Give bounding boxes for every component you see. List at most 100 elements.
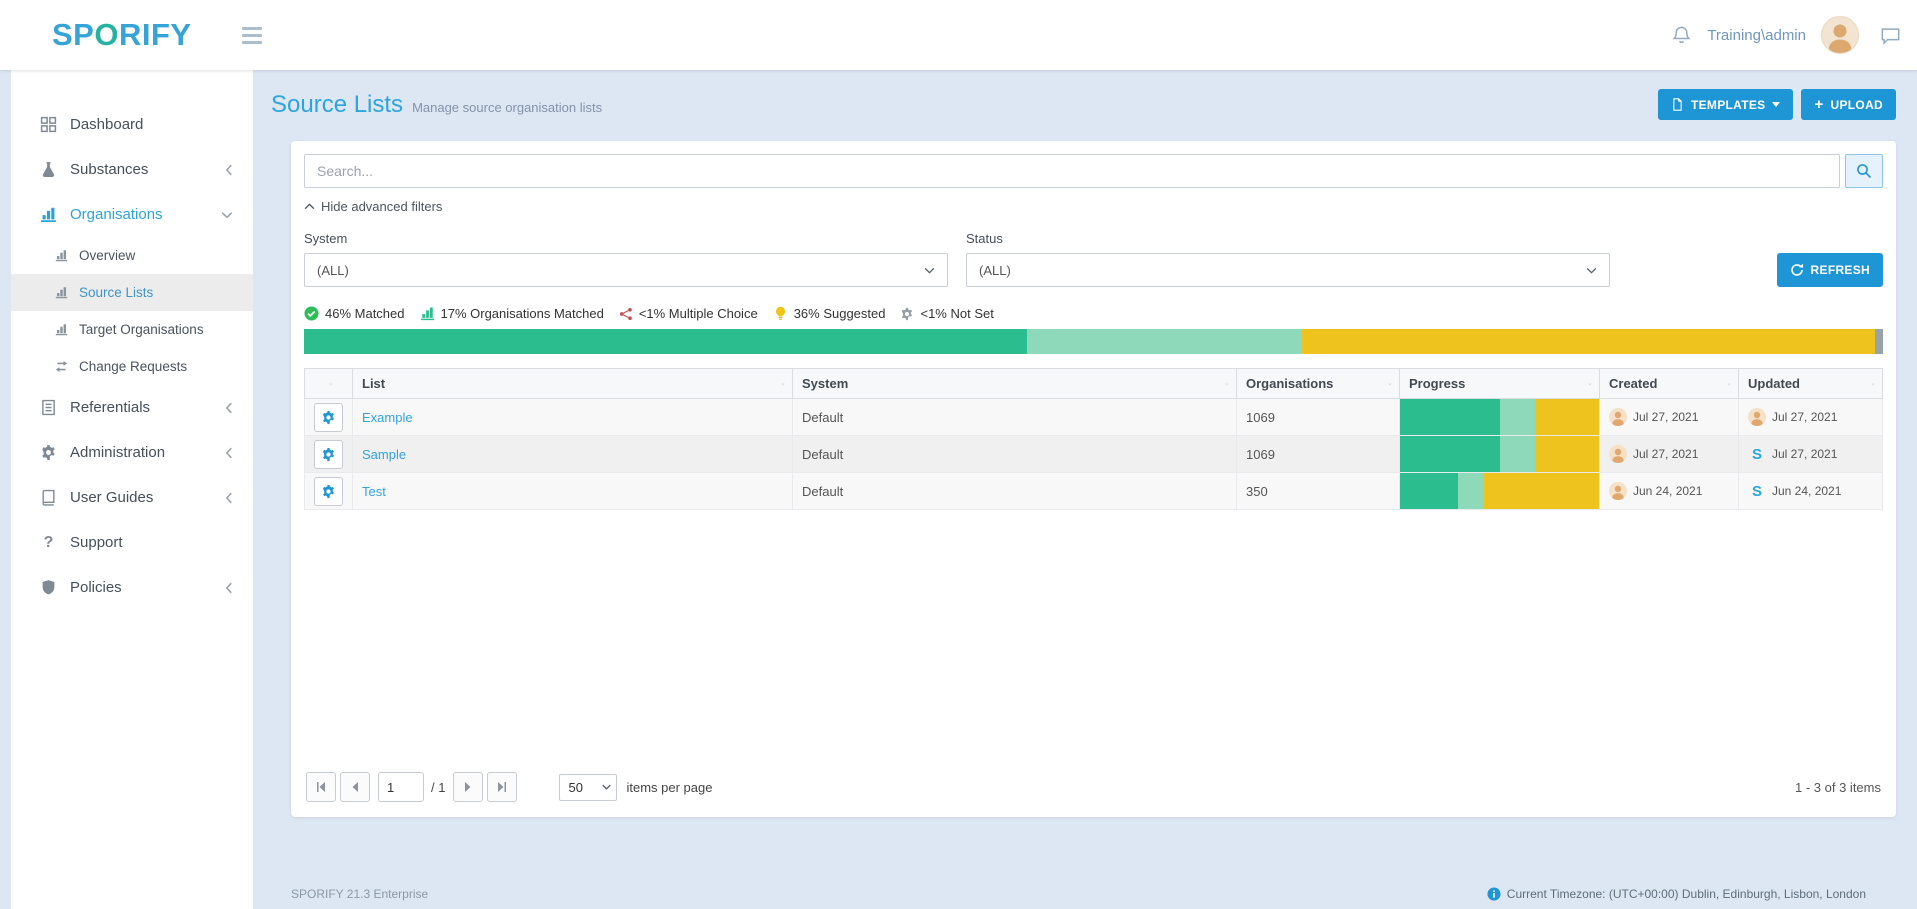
previous-page-button[interactable]	[340, 772, 370, 802]
sidebar-toggle-icon[interactable]	[238, 23, 266, 48]
next-page-button[interactable]	[453, 772, 483, 802]
logo-o-mark: O	[94, 17, 119, 52]
list-name-link[interactable]: Test	[362, 484, 386, 499]
column-menu-icon[interactable]	[326, 381, 336, 387]
progress-segment-matched	[1400, 436, 1500, 472]
updated-cell: SJul 27, 2021	[1748, 446, 1873, 463]
table-header-row: List System Organisations Progress Creat…	[305, 369, 1883, 399]
sidebar-subitem-label: Overview	[79, 248, 135, 263]
table-row: Test Default 350 SJun 24, 2021 SJun 24, …	[305, 473, 1883, 510]
notifications-bell-icon[interactable]	[1671, 25, 1692, 46]
column-header-organisations[interactable]: Organisations	[1237, 369, 1400, 399]
templates-button[interactable]: TEMPLATES	[1658, 89, 1793, 120]
sidebar-item-administration[interactable]: Administration	[11, 430, 253, 475]
previous-icon	[349, 781, 361, 793]
first-page-button[interactable]	[306, 772, 336, 802]
chevron-down-icon	[1586, 267, 1597, 274]
sidebar-subitem-target-organisations[interactable]: Target Organisations	[11, 311, 253, 348]
sidebar-item-substances[interactable]: Substances	[11, 147, 253, 192]
seek-last-icon	[496, 781, 508, 793]
current-user-label[interactable]: Training\admin	[1707, 27, 1806, 44]
sidebar-item-user-guides[interactable]: User Guides	[11, 475, 253, 520]
sidebar-subitem-change-requests[interactable]: Change Requests	[11, 348, 253, 385]
progress-segment-organisations-matched	[1500, 436, 1536, 472]
page-header: Source Lists Manage source organisation …	[253, 70, 1917, 120]
column-menu-icon[interactable]	[1385, 381, 1395, 387]
page-footer: SPORIFY 21.3 Enterprise Current Timezone…	[291, 879, 1896, 909]
column-header-progress[interactable]: Progress	[1400, 369, 1600, 399]
progress-segment-matched	[1400, 399, 1500, 435]
search-input[interactable]	[304, 154, 1840, 188]
main-content: Source Lists Manage source organisation …	[253, 70, 1917, 909]
search-row	[304, 154, 1883, 188]
app-version-label: SPORIFY 21.3 Enterprise	[291, 887, 428, 901]
sidebar-subitem-label: Change Requests	[79, 359, 187, 374]
status-filter-group: Status (ALL)	[966, 231, 1610, 287]
bar-chart-icon	[55, 249, 68, 262]
system-value: Default	[802, 410, 843, 425]
progress-segment-organisations-matched	[1500, 399, 1536, 435]
summary-progress-bar	[304, 329, 1883, 354]
list-name-link[interactable]: Sample	[362, 447, 406, 462]
sporify-logo[interactable]: SPORIFY	[52, 17, 192, 53]
updated-date: Jun 24, 2021	[1772, 484, 1841, 498]
last-page-button[interactable]	[487, 772, 517, 802]
list-name-link[interactable]: Example	[362, 410, 413, 425]
book-icon	[40, 489, 57, 506]
column-header-list[interactable]: List	[353, 369, 793, 399]
page-subtitle: Manage source organisation lists	[412, 100, 602, 115]
progress-segment-matched	[1400, 473, 1458, 509]
row-progress-bar	[1400, 399, 1599, 435]
column-menu-icon[interactable]	[1724, 381, 1734, 387]
hide-advanced-filters-toggle[interactable]: Hide advanced filters	[304, 199, 442, 214]
status-filter-dropdown[interactable]: (ALL)	[966, 253, 1610, 287]
column-header-updated[interactable]: Updated	[1739, 369, 1883, 399]
upload-button[interactable]: + UPLOAD	[1801, 89, 1896, 120]
advanced-filters: System (ALL) Status (ALL) REFRESH	[304, 231, 1883, 287]
column-header-created[interactable]: Created	[1600, 369, 1739, 399]
page-title: Source Lists	[271, 91, 403, 119]
row-settings-button[interactable]	[314, 403, 343, 432]
row-settings-button[interactable]	[314, 477, 343, 506]
document-icon	[1671, 97, 1684, 112]
chat-icon[interactable]	[1880, 25, 1901, 46]
legend-not-set: <1% Not Set	[900, 306, 993, 321]
sidebar-subitem-overview[interactable]: Overview	[11, 237, 253, 274]
sidebar-item-dashboard[interactable]: Dashboard	[11, 102, 253, 147]
column-menu-icon[interactable]	[1868, 381, 1878, 387]
progress-segment-organisations-matched	[1458, 473, 1484, 509]
templates-button-label: TEMPLATES	[1691, 98, 1765, 112]
search-button[interactable]	[1845, 154, 1883, 188]
sidebar-subitem-source-lists[interactable]: Source Lists	[11, 274, 253, 311]
created-cell: SJul 27, 2021	[1609, 445, 1729, 463]
refresh-button[interactable]: REFRESH	[1777, 253, 1883, 287]
column-menu-icon[interactable]	[1222, 381, 1232, 387]
column-menu-icon[interactable]	[778, 381, 788, 387]
progress-segment-suggested	[1535, 436, 1599, 472]
row-settings-button[interactable]	[314, 440, 343, 469]
column-header-system[interactable]: System	[793, 369, 1237, 399]
user-avatar[interactable]	[1821, 16, 1859, 54]
system-value: Default	[802, 447, 843, 462]
sidebar-item-label: User Guides	[70, 489, 153, 506]
legend-matched-label: 46% Matched	[325, 306, 405, 321]
sidebar-item-policies[interactable]: Policies	[11, 565, 253, 610]
sidebar-item-referentials[interactable]: Referentials	[11, 385, 253, 430]
sidebar-item-organisations[interactable]: Organisations	[11, 192, 253, 237]
column-menu-icon[interactable]	[1585, 381, 1595, 387]
sidebar-item-support[interactable]: ? Support	[11, 520, 253, 565]
system-filter-dropdown[interactable]: (ALL)	[304, 253, 948, 287]
chevron-down-icon	[221, 211, 233, 219]
check-circle-icon	[304, 306, 319, 321]
sporify-icon: S	[1748, 483, 1766, 500]
caret-down-icon	[1772, 102, 1780, 107]
status-filter-value: (ALL)	[979, 263, 1011, 278]
chevron-down-icon	[924, 267, 935, 274]
updated-cell: SJul 27, 2021	[1748, 408, 1873, 426]
progress-legend: 46% Matched 17% Organisations Matched <1…	[304, 306, 1883, 321]
page-number-input[interactable]	[378, 772, 424, 802]
chevron-left-icon	[225, 582, 233, 594]
grid-empty-area	[304, 510, 1883, 766]
created-date: Jul 27, 2021	[1633, 410, 1698, 424]
page-size-select[interactable]: 50	[559, 774, 617, 801]
